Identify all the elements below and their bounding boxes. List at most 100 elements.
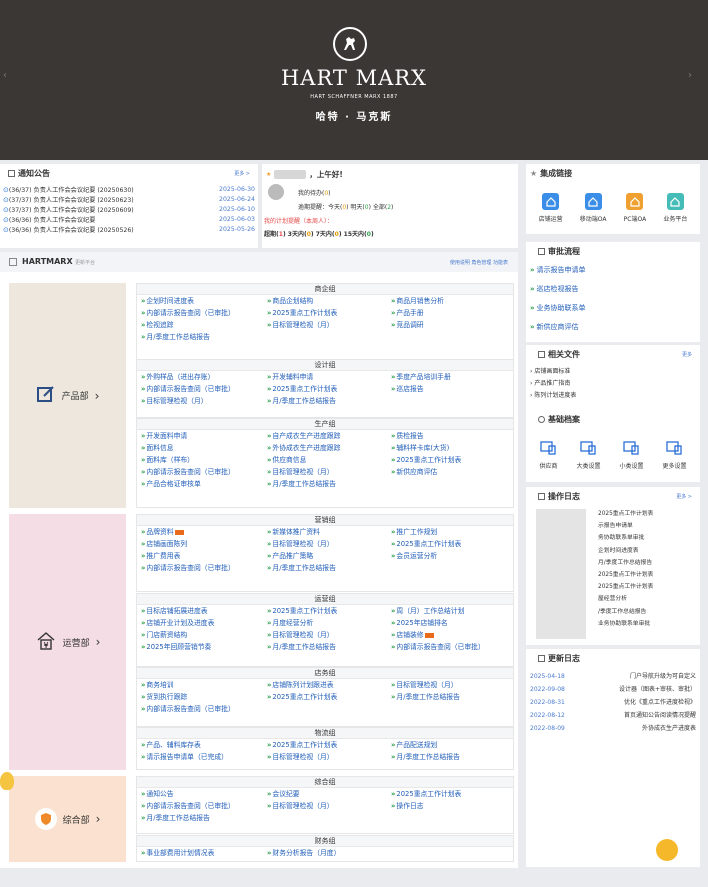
integrated-link[interactable]: 业务平台 [663, 193, 687, 223]
module-link[interactable]: » 月/季度工作总结报告 [267, 562, 391, 574]
module-link[interactable]: » 目标管理检视（月） [267, 629, 391, 641]
module-link[interactable]: » 月/季度工作总结报告 [391, 751, 515, 763]
module-link[interactable]: » 2025重点工作计划表 [391, 788, 515, 800]
notice-row[interactable]: ⊙(36/36) 负责人工作会会议纪要 (20250526) 2025-05-26 [3, 225, 255, 235]
plan-reminder-counts[interactable]: 超期(1) 3天内(0) 7天内(0) 15天内(0) [264, 229, 374, 238]
integrated-link[interactable]: PC端OA [624, 193, 646, 223]
module-link[interactable]: » 2025重点工作计划表 [267, 383, 391, 395]
file-link[interactable]: › 产品推广指南 [530, 378, 696, 390]
notice-row[interactable]: ⊙(36/37) 负责人工作会会议纪要 (20250630) 2025-06-30 [3, 185, 255, 195]
module-link[interactable]: » 2025重点工作计划表 [391, 454, 515, 466]
oplog-more-link[interactable]: 更多 > [676, 493, 692, 500]
module-link[interactable]: » 内部请示报告查阅（已审批） [141, 703, 267, 715]
module-link[interactable]: » 目标店铺拓展进度表 [141, 605, 267, 617]
notice-row[interactable]: ⊙(37/37) 负责人工作会会议纪要 (20250623) 2025-06-24 [3, 195, 255, 205]
notice-row[interactable]: ⊙(37/37) 负责人工作会会议纪要 (20250609) 2025-06-10 [3, 205, 255, 215]
hartmarx-links[interactable]: 使用说明 角色管理 功能表 [450, 259, 508, 266]
module-link[interactable]: » 巡店报告 [391, 383, 515, 395]
module-link[interactable]: » 质检报告 [391, 430, 515, 442]
archive-link[interactable]: 小类设置 [619, 441, 644, 470]
module-link[interactable]: » 周（月）工作总结计划 [391, 605, 515, 617]
module-link[interactable]: » 面料信息 [141, 442, 267, 454]
module-link[interactable]: » 2025重点工作计划表 [267, 605, 391, 617]
dept-product[interactable]: 产品部 › [9, 283, 126, 508]
module-link[interactable]: » 门店薪资结构 [141, 629, 267, 641]
dept-ops[interactable]: ¥ 运营部 › [9, 514, 126, 770]
banner-next-arrow[interactable]: › [688, 70, 692, 81]
module-link[interactable]: » 内部请示报告查阅（已审批） [141, 466, 267, 478]
notice-more-link[interactable]: 更多 > [234, 170, 250, 177]
dept-general[interactable]: 综合部 › [9, 776, 126, 862]
module-link[interactable]: » 2025重点工作计划表 [267, 691, 391, 703]
module-link[interactable]: » 外协成衣生产进度跟踪 [267, 442, 391, 454]
module-link[interactable]: » 目标管理检视（月） [391, 679, 515, 691]
floating-assistant-button[interactable] [656, 839, 678, 861]
module-link[interactable]: » 产品、辅料库存表 [141, 739, 267, 751]
module-link[interactable]: » 品牌资料 [141, 526, 267, 538]
module-link[interactable]: » 目标管理检视（月） [267, 319, 391, 331]
module-link[interactable]: » 2025年回顾营销节奏 [141, 641, 267, 653]
module-link[interactable]: » 外购样品（进出存账） [141, 371, 267, 383]
module-link[interactable]: » 商务培训 [141, 679, 267, 691]
module-link[interactable]: » 请示报告申请单（已完成） [141, 751, 267, 763]
integrated-link[interactable]: 移动端OA [580, 193, 607, 223]
module-link[interactable]: » 2025年店铺排名 [391, 617, 515, 629]
module-link[interactable]: » 月/季度工作总结报告 [141, 812, 267, 824]
approval-link[interactable]: » 请示报告申请单 [530, 261, 696, 280]
my-todo[interactable]: 我的待办(0) [298, 188, 331, 197]
module-link[interactable]: » 商品月销售分析 [391, 295, 515, 307]
module-link[interactable]: » 店铺开业计划及进度表 [141, 617, 267, 629]
archive-link[interactable]: 供应商 [539, 441, 558, 470]
module-link[interactable]: » 检视追踪 [141, 319, 267, 331]
module-link[interactable]: » 供应商信息 [267, 454, 391, 466]
archive-link[interactable]: 更多设置 [662, 441, 687, 470]
module-link[interactable]: » 产品手册 [391, 307, 515, 319]
overdue-reminder[interactable]: 逾期提醒：今天(0) 明天(0) 全部(2) [298, 202, 393, 211]
module-link[interactable]: » 目标管理检视（月） [267, 466, 391, 478]
module-link[interactable]: » 月/季度工作总结报告 [391, 691, 515, 703]
module-link[interactable]: » 月/季度工作总结报告 [267, 478, 391, 490]
module-link[interactable]: » 2025重点工作计划表 [391, 538, 515, 550]
module-link[interactable]: » 新供应商评估 [391, 466, 515, 478]
module-link[interactable]: » 内部请示报告查阅（已审批） [141, 307, 267, 319]
file-link[interactable]: › 店铺画面标准 [530, 366, 696, 378]
module-link[interactable]: » 事业部费用计划情况表 [141, 847, 267, 859]
archive-link[interactable]: 大类设置 [576, 441, 601, 470]
module-link[interactable]: » 月/季度工作总结报告 [267, 395, 391, 407]
module-link[interactable]: » 企划时间进度表 [141, 295, 267, 307]
module-link[interactable]: » 新媒体推广资料 [267, 526, 391, 538]
module-link[interactable]: » 产品推广策略 [267, 550, 391, 562]
module-link[interactable]: » 月/季度工作总结报告 [141, 331, 267, 343]
module-link[interactable]: » 内部请示报告查阅（已审批） [141, 562, 267, 574]
approval-link[interactable]: » 新供应商评估 [530, 318, 696, 337]
module-link[interactable]: » 内部请示报告查阅（已审批） [141, 800, 267, 812]
module-link[interactable]: » 目标管理检视（月） [141, 395, 267, 407]
integrated-link[interactable]: 店铺运营 [539, 193, 563, 223]
module-link[interactable]: » 财务分析报告（月度） [267, 847, 391, 859]
module-link[interactable]: » 操作日志 [391, 800, 515, 812]
files-more-link[interactable]: 更多 [682, 351, 692, 358]
module-link[interactable]: » 会议纪要 [267, 788, 391, 800]
module-link[interactable]: » 季度产品培训手册 [391, 371, 515, 383]
module-link[interactable]: » 目标管理检视（月） [267, 751, 391, 763]
module-link[interactable]: » 店铺画面陈列 [141, 538, 267, 550]
module-link[interactable]: » 产品合格证审核单 [141, 478, 267, 490]
module-link[interactable]: » 月/季度工作总结报告 [267, 641, 391, 653]
approval-link[interactable]: » 业务协助联系单 [530, 299, 696, 318]
module-link[interactable]: » 开发面料申请 [141, 430, 267, 442]
module-link[interactable]: » 面料库（样布） [141, 454, 267, 466]
module-link[interactable]: » 2025重点工作计划表 [267, 307, 391, 319]
module-link[interactable]: » 目标管理检视（月） [267, 538, 391, 550]
module-link[interactable]: » 开发辅料申请 [267, 371, 391, 383]
file-link[interactable]: › 陈列计划进度表 [530, 390, 696, 402]
module-link[interactable]: » 货到执行跟踪 [141, 691, 267, 703]
module-link[interactable]: » 推广工作规划 [391, 526, 515, 538]
module-link[interactable]: » 商品企划结构 [267, 295, 391, 307]
module-link[interactable]: » 辅料样卡库(大货) [391, 442, 515, 454]
module-link[interactable]: » 内部请示报告查阅（已审批） [391, 641, 515, 653]
module-link[interactable]: » 月度经营分析 [267, 617, 391, 629]
notice-row[interactable]: ⊙(36/36) 负责人工作会会议纪要 2025-06-03 [3, 215, 255, 225]
mascot-icon[interactable] [0, 772, 14, 790]
module-link[interactable]: » 2025重点工作计划表 [267, 739, 391, 751]
module-link[interactable]: » 目标管理检视（月） [267, 800, 391, 812]
